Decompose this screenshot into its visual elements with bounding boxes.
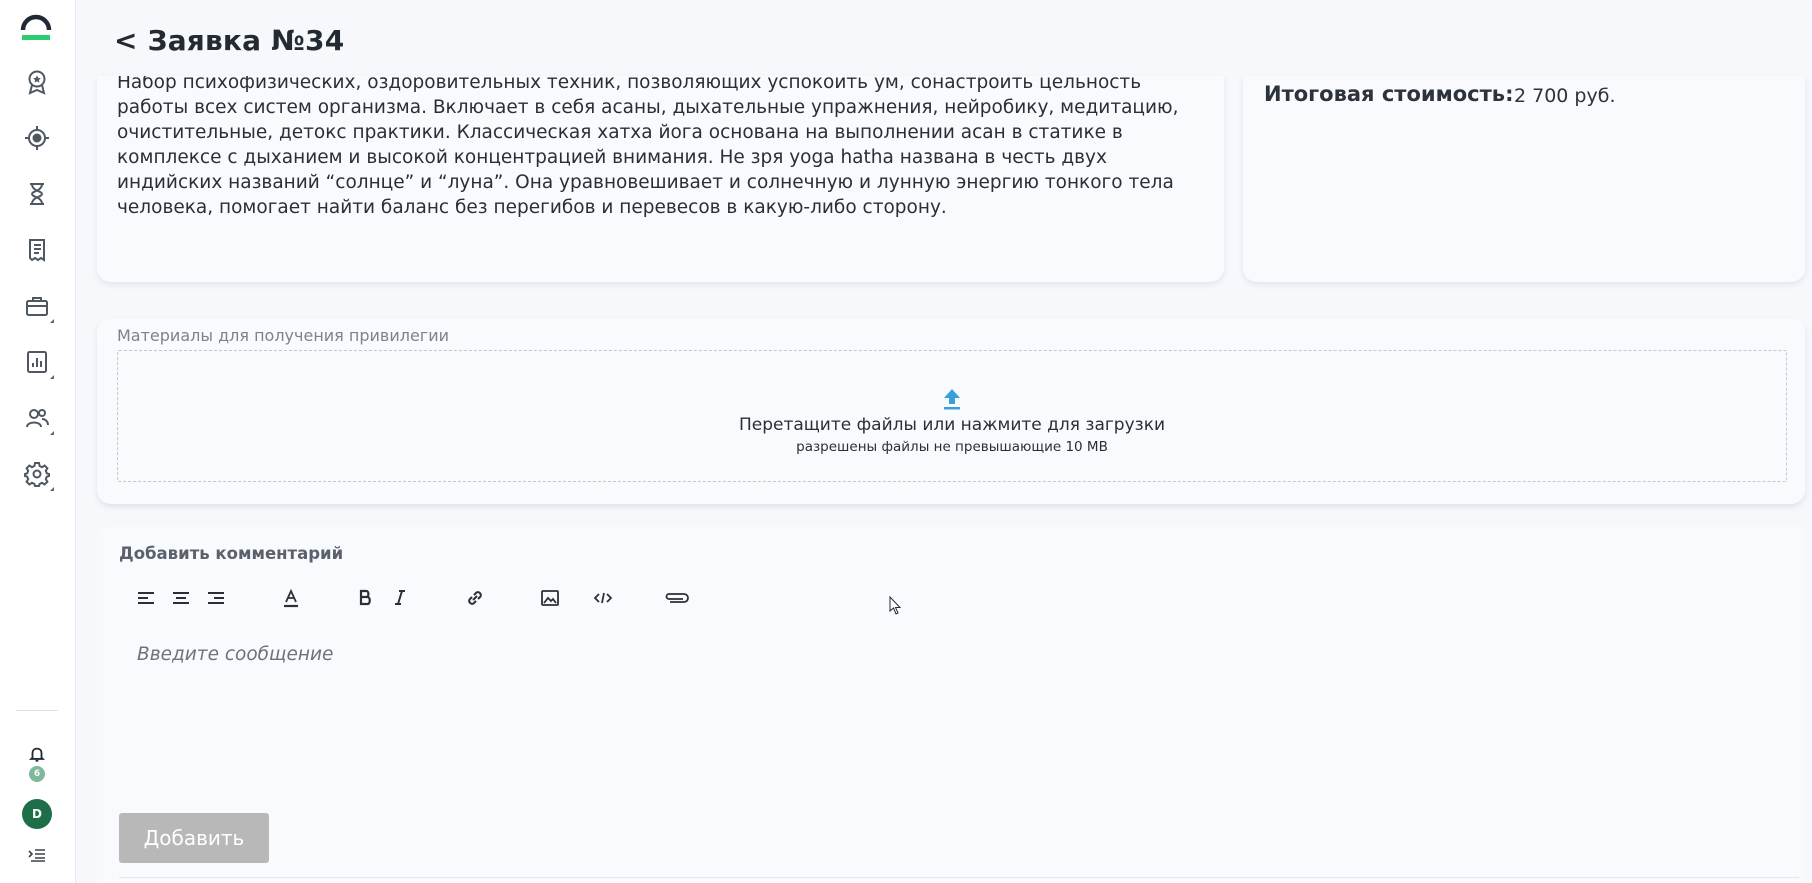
- gear-icon: [24, 462, 50, 487]
- notifications-badge: 6: [29, 766, 45, 782]
- align-center-icon: [173, 592, 189, 604]
- file-dropzone[interactable]: Перетащите файлы или нажмите для загрузк…: [117, 350, 1787, 482]
- link-button[interactable]: [459, 583, 491, 613]
- total-cost-value: 2 700 руб.: [1514, 85, 1616, 107]
- award-icon: [28, 70, 46, 95]
- text-color-icon: [284, 588, 298, 608]
- divider: [119, 877, 1799, 878]
- target-icon: [25, 126, 49, 150]
- italic-icon: [395, 590, 405, 605]
- avatar[interactable]: D: [22, 799, 52, 829]
- sidebar-item-portfolio[interactable]: [18, 287, 56, 325]
- bold-icon: [359, 589, 371, 606]
- sidebar-item-reports[interactable]: [18, 343, 56, 381]
- submenu-caret: [50, 319, 54, 323]
- sidebar-item-awards[interactable]: [18, 63, 56, 101]
- sidebar-item-target[interactable]: [18, 119, 56, 157]
- align-left-button[interactable]: [130, 583, 162, 613]
- text-color-button[interactable]: [275, 583, 307, 613]
- briefcase-icon: [26, 297, 48, 316]
- comment-editor[interactable]: Введите сообщение: [119, 626, 1779, 796]
- image-button[interactable]: [534, 583, 566, 613]
- dropzone-hint-text: разрешены файлы не превышающие 10 MB: [796, 439, 1108, 455]
- submenu-caret: [50, 431, 54, 435]
- sidebar-item-users[interactable]: [18, 399, 56, 437]
- cost-card: Итоговая стоимость: 2 700 руб.: [1243, 76, 1805, 282]
- receipt-icon: [29, 239, 45, 262]
- italic-button[interactable]: [384, 583, 416, 613]
- notifications-button[interactable]: [26, 743, 48, 765]
- link-icon: [468, 591, 482, 605]
- description-text: Набор психофизических, оздоровительных т…: [117, 76, 1179, 218]
- upload-icon: [944, 389, 960, 410]
- bell-icon: [28, 747, 46, 762]
- total-cost-label: Итоговая стоимость:: [1264, 82, 1514, 106]
- comment-title: Добавить комментарий: [119, 544, 344, 563]
- sidebar-item-documents[interactable]: [18, 231, 56, 269]
- sidebar: 6 D: [0, 0, 76, 883]
- editor-placeholder: Введите сообщение: [137, 644, 334, 665]
- logo-icon[interactable]: [20, 12, 52, 42]
- materials-card: Материалы для получения привилегии Перет…: [97, 318, 1805, 504]
- align-right-button[interactable]: [200, 583, 232, 613]
- code-icon: [593, 592, 613, 604]
- align-left-icon: [138, 592, 154, 604]
- submenu-caret: [50, 487, 54, 491]
- image-icon: [541, 590, 559, 606]
- submenu-caret: [50, 375, 54, 379]
- report-icon: [27, 351, 47, 373]
- hourglass-icon: [30, 183, 44, 205]
- align-right-icon: [208, 592, 224, 604]
- sidebar-item-pending[interactable]: [18, 175, 56, 213]
- code-button[interactable]: [587, 583, 619, 613]
- page-title[interactable]: < Заявка №34: [114, 24, 344, 57]
- description-card: Набор психофизических, оздоровительных т…: [97, 76, 1224, 282]
- align-center-button[interactable]: [165, 583, 197, 613]
- paperclip-icon: [665, 593, 689, 603]
- add-comment-button[interactable]: Добавить: [119, 813, 269, 863]
- users-icon: [26, 409, 49, 428]
- materials-label: Материалы для получения привилегии: [117, 326, 450, 345]
- mouse-cursor-icon: [889, 596, 902, 615]
- expand-menu-icon[interactable]: [27, 847, 47, 863]
- sidebar-item-settings[interactable]: [18, 455, 56, 493]
- comment-section: Добавить комментарий Введите сообщение Д…: [97, 526, 1805, 883]
- bold-button[interactable]: [349, 583, 381, 613]
- attach-button[interactable]: [659, 583, 695, 613]
- dropzone-main-text: Перетащите файлы или нажмите для загрузк…: [738, 415, 1166, 435]
- sidebar-divider: [16, 710, 58, 711]
